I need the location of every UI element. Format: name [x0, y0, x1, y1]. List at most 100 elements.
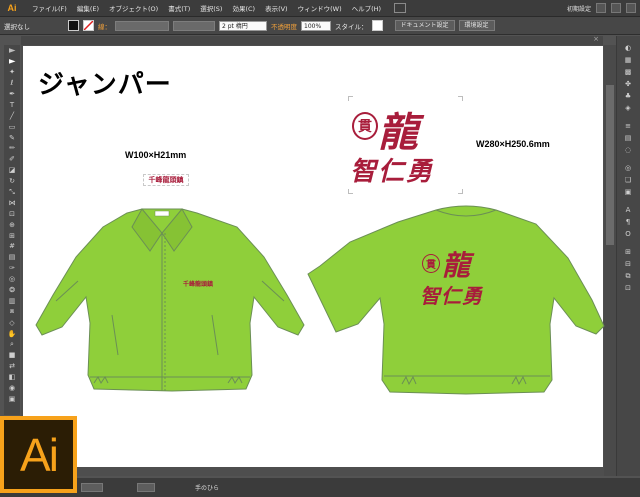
swap-colors-icon[interactable]: ⇄	[4, 361, 20, 372]
paintbrush-tool-icon[interactable]: ✎	[4, 132, 20, 143]
back-print: 貫 龍 智仁勇	[420, 244, 510, 314]
opacity-label[interactable]: 不透明度	[271, 21, 297, 31]
free-transform-tool-icon[interactable]: ⊡	[4, 208, 20, 219]
artboards-panel-icon[interactable]: ▣	[617, 186, 639, 198]
status-bar: 手のひら	[0, 478, 640, 497]
eyedropper-tool-icon[interactable]: ✑	[4, 263, 20, 274]
back-print-dragon-character: 龍	[442, 249, 471, 282]
menu-select[interactable]: 選択(S)	[195, 3, 227, 13]
menu-bar: Ai ファイル(F) 編集(E) オブジェクト(O) 書式(T) 選択(S) 効…	[0, 0, 640, 17]
brushes-panel-icon[interactable]: ✤	[617, 78, 639, 90]
emblem-seal: 貫	[352, 112, 378, 140]
selection-corner	[458, 189, 463, 194]
type-tool-icon[interactable]: T	[4, 99, 20, 110]
stroke-panel-icon[interactable]: ≡	[617, 120, 639, 132]
lasso-tool-icon[interactable]: ℓ	[4, 78, 20, 89]
close-tab-icon[interactable]: ×	[593, 35, 599, 43]
illustrator-logo: Ai	[0, 416, 77, 493]
hand-tool-icon[interactable]: ✋	[4, 328, 20, 339]
brush-definition[interactable]: 2 pt 楕円	[219, 20, 267, 31]
opacity-field[interactable]: 100%	[301, 20, 331, 31]
variable-width-dropdown[interactable]	[173, 20, 215, 31]
fill-stroke-icon[interactable]: ■	[4, 350, 20, 361]
chest-print: 千峰龍頭鎮	[183, 281, 214, 288]
menu-file[interactable]: ファイル(F)	[27, 3, 72, 13]
menu-type[interactable]: 書式(T)	[163, 3, 195, 13]
gradient-panel-icon[interactable]: ▤	[617, 132, 639, 144]
width-tool-icon[interactable]: ⋈	[4, 197, 20, 208]
pathfinder-panel-icon[interactable]: ⧉	[617, 270, 639, 282]
direct-selection-tool-icon[interactable]	[4, 56, 20, 67]
mesh-tool-icon[interactable]: #	[4, 241, 20, 252]
menu-window[interactable]: ウィンドウ(W)	[293, 3, 347, 13]
navigator-panel-icon[interactable]: ⊡	[617, 282, 639, 294]
shape-builder-tool-icon[interactable]: ⊕	[4, 219, 20, 230]
menu-view[interactable]: 表示(V)	[260, 3, 293, 13]
color-mode-icon[interactable]: ◧	[4, 372, 20, 383]
column-graph-tool-icon[interactable]: ▥	[4, 295, 20, 306]
right-panel-dock: ◐ ▦ ▩ ✤ ♣ ◈ ≡ ▤ ◌ ◎ ❏ ▣ A ¶ O ⊞ ⊟ ⧉ ⊡	[616, 36, 640, 476]
scrollbar-thumb[interactable]	[606, 85, 614, 245]
stroke-weight-dropdown[interactable]	[115, 20, 169, 31]
jacket-front[interactable]	[32, 205, 308, 395]
minimize-button[interactable]	[596, 3, 606, 13]
artboard-navigator[interactable]	[137, 483, 155, 492]
menu-edit[interactable]: 編集(E)	[72, 3, 104, 13]
blend-tool-icon[interactable]: ◎	[4, 274, 20, 285]
draw-mode-icon[interactable]: ◉	[4, 383, 20, 394]
transform-panel-icon[interactable]: ⊞	[617, 246, 639, 258]
zoom-field[interactable]	[81, 483, 103, 492]
control-bar: 選択なし 線： 2 pt 楕円 不透明度 100% スタイル： ドキュメント設定…	[0, 17, 640, 35]
graphic-style-swatch[interactable]	[371, 20, 383, 31]
graphic-styles-icon[interactable]: ◈	[617, 102, 639, 114]
pencil-tool-icon[interactable]: ✏	[4, 143, 20, 154]
menu-object[interactable]: オブジェクト(O)	[104, 3, 163, 13]
selection-corner	[348, 96, 353, 101]
zoom-tool-icon[interactable]: ⌕	[4, 339, 20, 350]
align-panel-icon[interactable]: ⊟	[617, 258, 639, 270]
maximize-button[interactable]	[611, 3, 621, 13]
back-print-seal: 貫	[422, 254, 440, 273]
magic-wand-tool-icon[interactable]: ✦	[4, 67, 20, 78]
workspace-switcher[interactable]: 初期設定	[567, 4, 591, 13]
back-emblem-preview[interactable]: 貫 龍 智仁勇	[348, 96, 463, 194]
character-panel-icon[interactable]: A	[617, 204, 639, 216]
stroke-label: 線：	[98, 22, 111, 31]
stroke-swatch[interactable]	[83, 20, 94, 31]
menu-effect[interactable]: 効果(C)	[227, 3, 260, 13]
appearance-panel-icon[interactable]: ◎	[617, 162, 639, 174]
color-guide-icon[interactable]: ▦	[617, 54, 639, 66]
close-button[interactable]	[626, 3, 636, 13]
scale-tool-icon[interactable]: ⤡	[4, 187, 20, 198]
emblem-motto: 智仁勇	[350, 157, 435, 187]
pen-tool-icon[interactable]: ✒	[4, 89, 20, 100]
color-panel-icon[interactable]: ◐	[617, 42, 639, 54]
perspective-grid-tool-icon[interactable]: ⊞	[4, 230, 20, 241]
chest-badge-preview[interactable]: 千峰龍頭鎮	[143, 174, 189, 186]
preferences-button[interactable]: 環境設定	[458, 20, 495, 31]
swatches-panel-icon[interactable]: ▩	[617, 66, 639, 78]
symbols-panel-icon[interactable]: ♣	[617, 90, 639, 102]
blob-brush-tool-icon[interactable]: ✐	[4, 154, 20, 165]
symbol-sprayer-tool-icon[interactable]: ❂	[4, 285, 20, 296]
document-settings-button[interactable]: ドキュメント設定	[394, 20, 455, 31]
layers-panel-icon[interactable]: ❏	[617, 174, 639, 186]
eraser-tool-icon[interactable]: ◪	[4, 165, 20, 176]
gradient-tool-icon[interactable]: ▤	[4, 252, 20, 263]
arrange-documents-icon[interactable]	[394, 3, 407, 13]
artboard-tool-icon[interactable]: ⧈	[4, 306, 20, 317]
slice-tool-icon[interactable]: ◇	[4, 317, 20, 328]
selection-tool-icon[interactable]	[4, 45, 20, 56]
line-tool-icon[interactable]: ╱	[4, 110, 20, 121]
right-print-size: W280×H250.6mm	[476, 139, 550, 149]
rectangle-tool-icon[interactable]: ▭	[4, 121, 20, 132]
opentype-panel-icon[interactable]: O	[617, 228, 639, 240]
rotate-tool-icon[interactable]: ↻	[4, 176, 20, 187]
transparency-panel-icon[interactable]: ◌	[617, 144, 639, 156]
menu-help[interactable]: ヘルプ(H)	[347, 3, 386, 13]
selection-corner	[458, 96, 463, 101]
paragraph-panel-icon[interactable]: ¶	[617, 216, 639, 228]
back-print-motto: 智仁勇	[420, 284, 483, 308]
fill-swatch[interactable]	[68, 20, 79, 31]
screen-mode-icon[interactable]: ▣	[4, 394, 20, 405]
